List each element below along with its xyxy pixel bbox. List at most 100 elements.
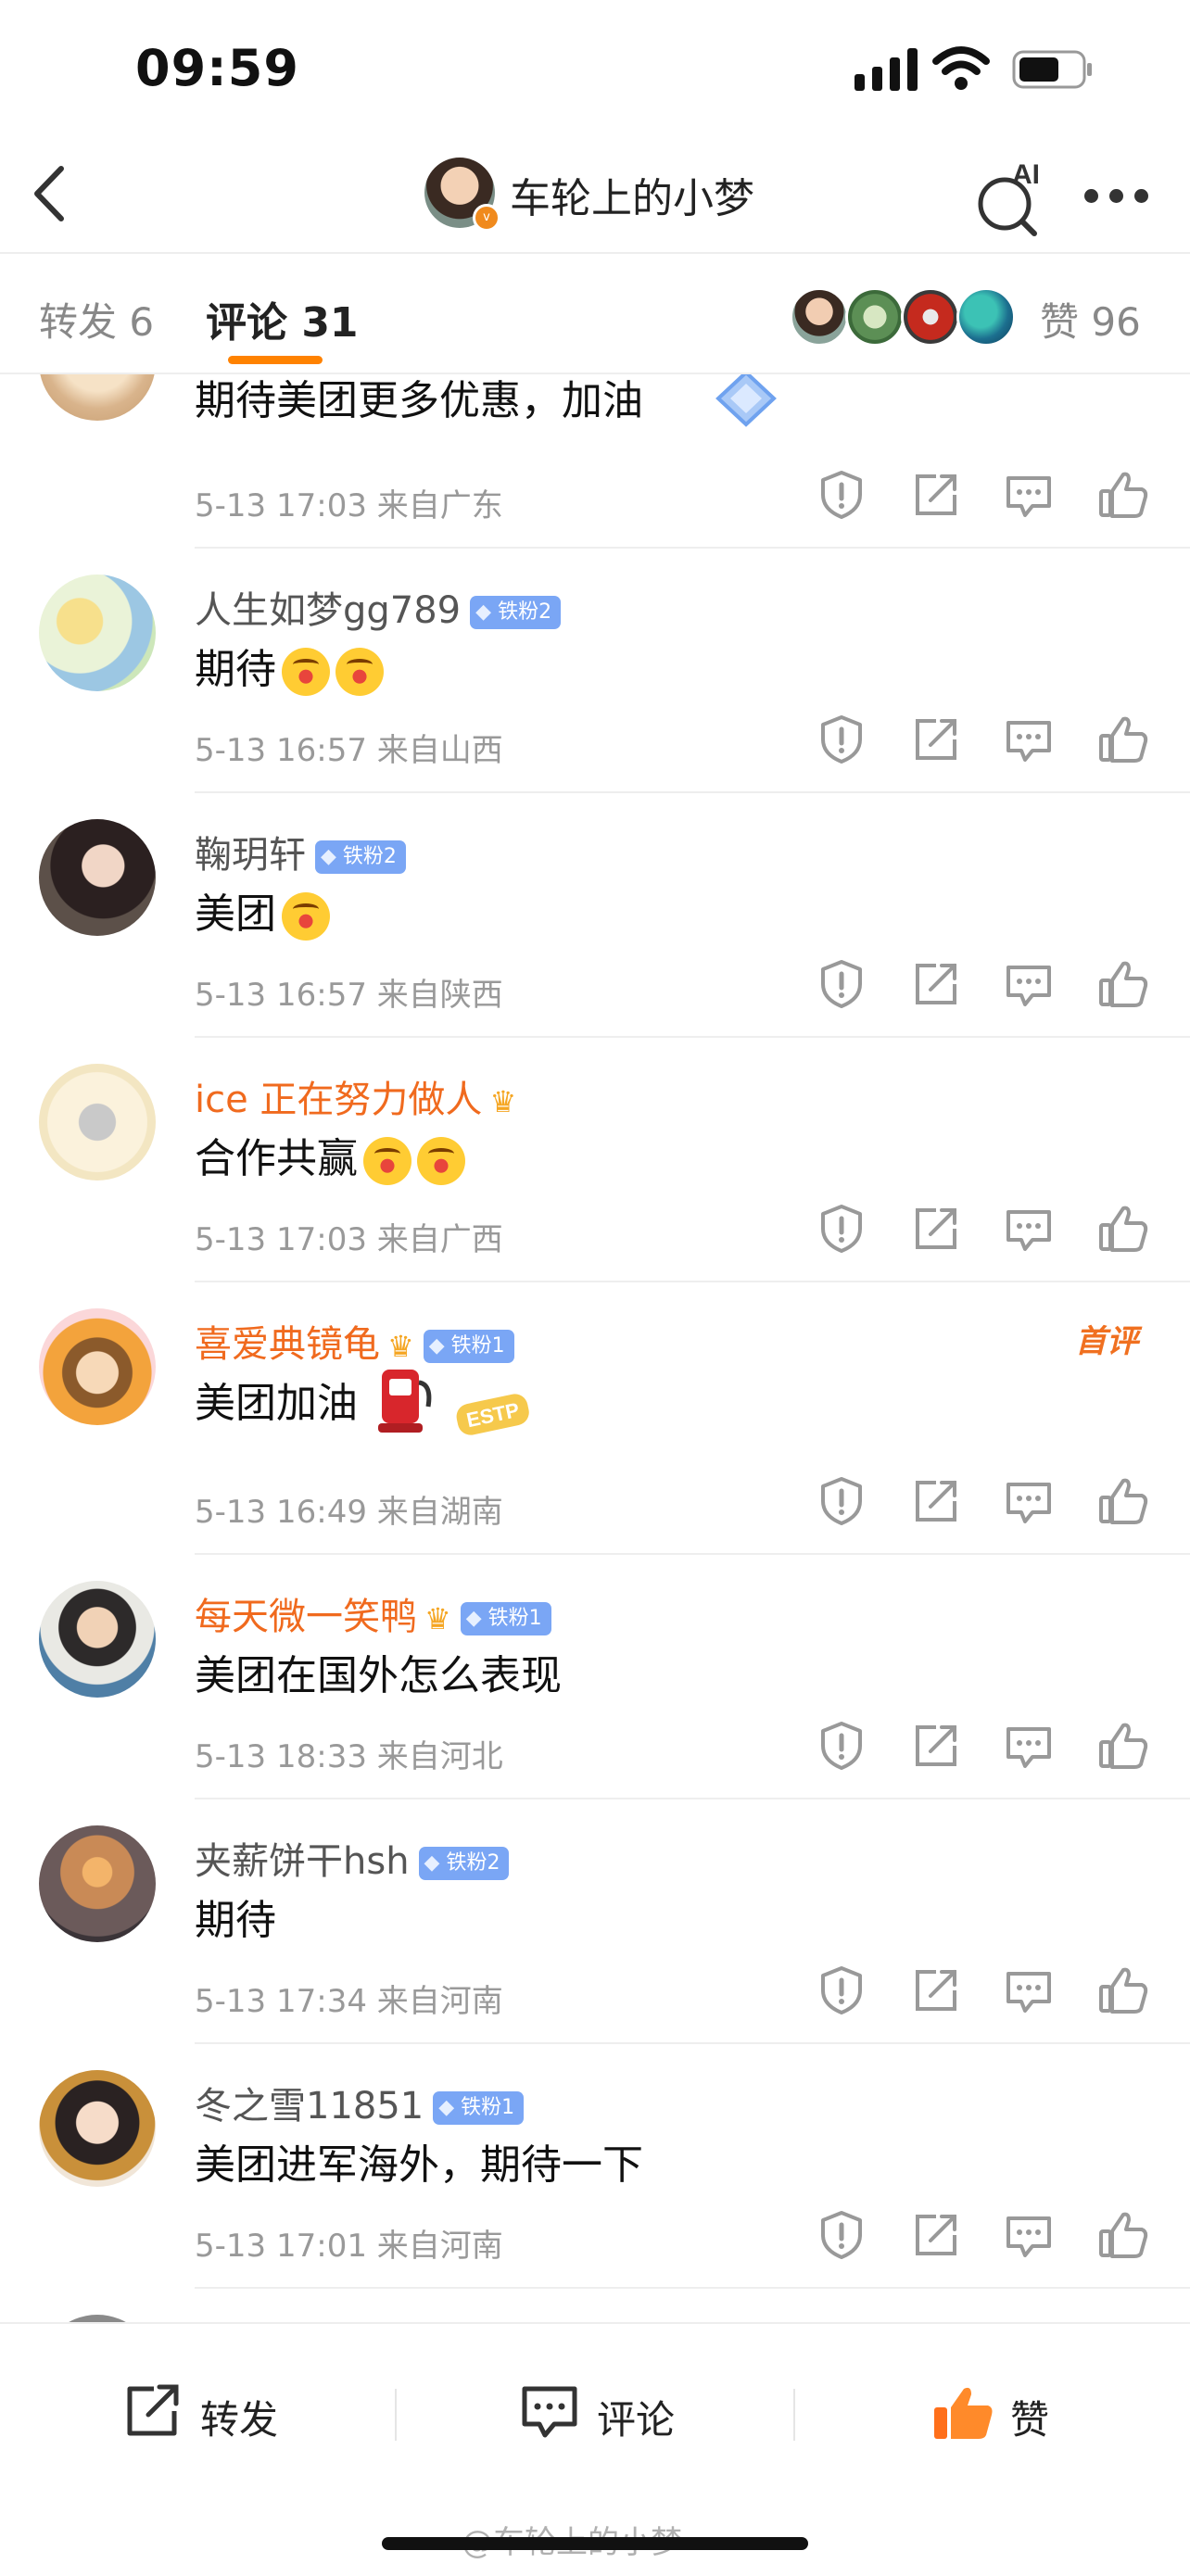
- comment-location: 来自湖南: [376, 1494, 503, 1531]
- fan-badge[interactable]: 铁粉1: [460, 1602, 551, 1635]
- nav-bar: v 车轮上的小梦 AI: [0, 139, 1190, 254]
- reply-icon[interactable]: [1003, 958, 1055, 1010]
- comment-time: 5-13 17:03: [195, 1221, 367, 1258]
- comment-meta: 5-13 17:34 来自河南: [195, 1976, 503, 2021]
- commenter-name[interactable]: 喜爱典镜龟♛ 铁粉1: [195, 1314, 514, 1368]
- commenter-name[interactable]: 人生如梦gg789铁粉2: [195, 580, 562, 634]
- comment-meta: 5-13 16:57 来自山西: [195, 725, 503, 770]
- comment-location: 来自广东: [376, 487, 503, 524]
- tab-likes[interactable]: 赞 96: [1040, 291, 1141, 347]
- more-options-button[interactable]: [1084, 189, 1149, 206]
- fan-badge[interactable]: 铁粉1: [423, 1330, 514, 1363]
- tab-repost[interactable]: 转发 6: [39, 291, 154, 347]
- diamond-sticker: [715, 373, 777, 427]
- commenter-avatar[interactable]: [39, 1308, 156, 1425]
- reply-icon[interactable]: [1003, 469, 1055, 521]
- thumbs-up-icon[interactable]: [1097, 1964, 1149, 2016]
- report-icon[interactable]: [816, 1475, 867, 1527]
- tab-comments[interactable]: 评论 31: [206, 289, 359, 348]
- commenter-avatar[interactable]: [39, 1581, 156, 1698]
- comment-text-content: 期待美团更多优惠，加油: [195, 377, 643, 424]
- comment-text-content: 期待: [195, 1897, 276, 1944]
- commenter-name-text: 夹薪饼干hsh: [195, 1840, 410, 1883]
- home-indicator[interactable]: [382, 2537, 808, 2550]
- thumbs-up-icon[interactable]: [1097, 1203, 1149, 1255]
- active-tab-indicator: [228, 356, 323, 364]
- thumbs-up-icon[interactable]: [1097, 1475, 1149, 1527]
- report-icon[interactable]: [816, 1964, 867, 2016]
- fan-badge[interactable]: 铁粉1: [433, 2091, 525, 2125]
- ai-search-button[interactable]: AI: [975, 156, 1049, 239]
- fan-badge[interactable]: 铁粉2: [418, 1847, 510, 1880]
- liker-avatar[interactable]: [790, 287, 849, 347]
- author-avatar[interactable]: v: [424, 158, 500, 232]
- liker-avatar[interactable]: [845, 287, 905, 347]
- divider: [195, 1798, 1190, 1799]
- report-icon[interactable]: [816, 2209, 867, 2261]
- crown-icon: ♛: [424, 1601, 451, 1636]
- share-icon[interactable]: [910, 1203, 962, 1255]
- divider: [195, 2287, 1190, 2289]
- share-icon[interactable]: [910, 2209, 962, 2261]
- comment-label: 评论: [597, 2397, 676, 2443]
- comment-time: 5-13 18:33: [195, 1738, 367, 1775]
- thumbs-up-icon[interactable]: [1097, 958, 1149, 1010]
- reply-icon[interactable]: [1003, 1964, 1055, 2016]
- reply-icon[interactable]: [1003, 2209, 1055, 2261]
- share-icon[interactable]: [910, 958, 962, 1010]
- comment-text-content: 美团进军海外，期待一下: [195, 2141, 643, 2189]
- like-icon: [934, 2387, 993, 2439]
- report-icon[interactable]: [816, 958, 867, 1010]
- share-icon[interactable]: [910, 469, 962, 521]
- reply-icon[interactable]: [1003, 713, 1055, 765]
- comment-text: 期待: [195, 636, 384, 696]
- liker-avatar[interactable]: [956, 287, 1016, 347]
- reply-icon[interactable]: [1003, 1475, 1055, 1527]
- thumbs-up-icon[interactable]: [1097, 1720, 1149, 1772]
- commenter-avatar[interactable]: [39, 2070, 156, 2187]
- comment-time: 5-13 16:57: [195, 732, 367, 769]
- share-icon[interactable]: [910, 1964, 962, 2016]
- commenter-avatar[interactable]: [39, 575, 156, 691]
- comment-location: 来自河南: [376, 1983, 503, 2020]
- reply-icon[interactable]: [1003, 1203, 1055, 1255]
- share-icon[interactable]: [910, 1475, 962, 1527]
- fan-badge[interactable]: 铁粉2: [470, 596, 562, 629]
- comment-text: 期待: [195, 1887, 276, 1946]
- page-title[interactable]: 车轮上的小梦: [510, 165, 754, 224]
- commenter-name[interactable]: ice 正在努力做人 ♛: [195, 1069, 516, 1123]
- commenter-name[interactable]: 冬之雪11851 铁粉1: [195, 2076, 525, 2129]
- divider: [195, 1281, 1190, 1282]
- repost-button[interactable]: 转发: [122, 2381, 298, 2446]
- commenter-avatar[interactable]: [39, 2315, 156, 2322]
- comment-text: 期待美团更多优惠，加油: [195, 373, 643, 426]
- back-button[interactable]: [28, 161, 74, 226]
- thumbs-up-icon[interactable]: [1097, 713, 1149, 765]
- commenter-name[interactable]: 鞠玥轩铁粉2: [195, 825, 406, 878]
- like-button[interactable]: 赞: [932, 2381, 1071, 2446]
- comment-button[interactable]: 评论: [519, 2381, 695, 2446]
- crown-icon: ♛: [387, 1329, 414, 1364]
- commenter-name[interactable]: 夹薪饼干hsh铁粉2: [195, 1831, 510, 1885]
- reply-icon[interactable]: [1003, 1720, 1055, 1772]
- fan-badge[interactable]: 铁粉2: [315, 840, 406, 874]
- share-icon[interactable]: [910, 1720, 962, 1772]
- divider: [195, 2042, 1190, 2044]
- report-icon[interactable]: [816, 1720, 867, 1772]
- comment-meta: 5-13 17:03 来自广西: [195, 1214, 503, 1259]
- commenter-avatar[interactable]: [39, 373, 156, 421]
- ai-label: AI: [1012, 159, 1040, 190]
- commenter-avatar[interactable]: [39, 1825, 156, 1942]
- wifi-icon: [932, 46, 990, 90]
- thumbs-up-icon[interactable]: [1097, 469, 1149, 521]
- laughing-emoji-icon: [282, 892, 330, 941]
- thumbs-up-icon[interactable]: [1097, 2209, 1149, 2261]
- liker-avatar[interactable]: [901, 287, 960, 347]
- commenter-name[interactable]: 每天微一笑鸭♛ 铁粉1: [195, 1586, 551, 1640]
- commenter-avatar[interactable]: [39, 1064, 156, 1181]
- commenter-avatar[interactable]: [39, 819, 156, 936]
- share-icon[interactable]: [910, 713, 962, 765]
- report-icon[interactable]: [816, 713, 867, 765]
- report-icon[interactable]: [816, 1203, 867, 1255]
- report-icon[interactable]: [816, 469, 867, 521]
